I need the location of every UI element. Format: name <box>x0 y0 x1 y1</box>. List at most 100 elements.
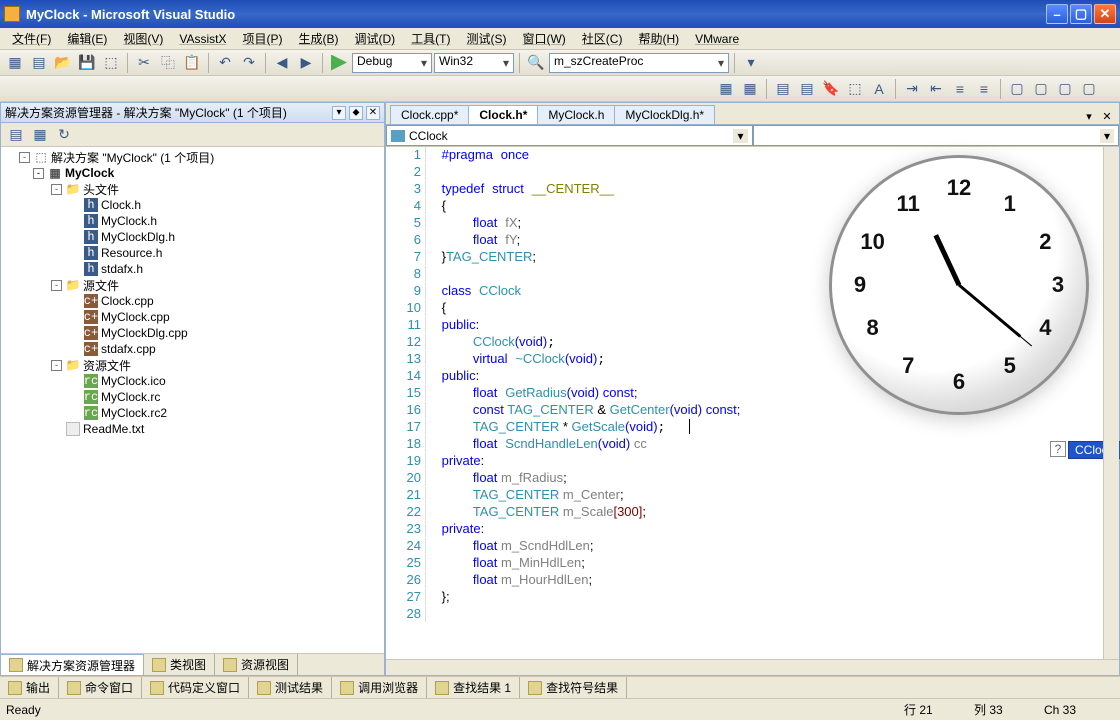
tree-file[interactable]: rcMyClock.rc2 <box>69 405 380 421</box>
tree-file[interactable]: hMyClock.h <box>69 213 380 229</box>
tb-btn-f[interactable]: ▢ <box>1054 78 1076 100</box>
tab-resource-view[interactable]: 资源视图 <box>215 654 298 675</box>
tb-btn-b[interactable]: ≡ <box>949 78 971 100</box>
tab-findsymbol[interactable]: 查找符号结果 <box>520 677 627 698</box>
tb-btn-2[interactable]: ▦ <box>739 78 761 100</box>
menu-community[interactable]: 社区(C) <box>574 28 631 49</box>
editor-tab[interactable]: MyClock.h <box>537 105 615 124</box>
expand-icon[interactable]: - <box>51 280 62 291</box>
horizontal-scrollbar[interactable] <box>386 659 1119 675</box>
maximize-button[interactable]: ▢ <box>1070 4 1092 24</box>
menu-view[interactable]: 视图(V) <box>115 28 171 49</box>
panel-pin-button[interactable]: ⬥ <box>349 106 363 120</box>
nav-back-button[interactable]: ◀ <box>271 52 293 74</box>
panel-dropdown-button[interactable]: ▾ <box>332 106 346 120</box>
tree-folder-sources[interactable]: - 📁 源文件 <box>51 277 380 293</box>
cursor-button[interactable]: ⬚ <box>844 78 866 100</box>
menu-window[interactable]: 窗口(W) <box>514 28 573 49</box>
indent-inc-button[interactable]: ⇥ <box>901 78 923 100</box>
intellisense-help-icon[interactable]: ? <box>1050 441 1066 457</box>
tree-file[interactable]: hstdafx.h <box>69 261 380 277</box>
tree-project[interactable]: - ▦ MyClock <box>33 165 380 181</box>
tree-file[interactable]: hMyClockDlg.h <box>69 229 380 245</box>
expand-icon[interactable]: - <box>19 152 30 163</box>
solexp-showall-button[interactable]: ▦ <box>29 124 51 146</box>
copy-button[interactable]: ⿻ <box>157 52 179 74</box>
tree-file[interactable]: c+MyClock.cpp <box>69 309 380 325</box>
member-combo[interactable] <box>753 125 1120 146</box>
tab-callbrowser[interactable]: 调用浏览器 <box>332 677 427 698</box>
tab-class-view[interactable]: 类视图 <box>144 654 215 675</box>
solexp-refresh-button[interactable]: ↻ <box>53 124 75 146</box>
solution-tree[interactable]: - ⬚ 解决方案 "MyClock" (1 个项目) - ▦ MyClock -… <box>1 147 384 653</box>
new-project-button[interactable]: ▦ <box>4 52 26 74</box>
menu-file[interactable]: 文件(F) <box>4 28 59 49</box>
start-debug-button[interactable] <box>328 52 350 74</box>
tree-file[interactable]: hClock.h <box>69 197 380 213</box>
indent-dec-button[interactable]: ⇤ <box>925 78 947 100</box>
menu-vassistx[interactable]: VAssistX <box>171 30 234 48</box>
tb-btn-1[interactable]: ▦ <box>715 78 737 100</box>
find-combo[interactable]: m_szCreateProc <box>549 53 729 73</box>
tab-command[interactable]: 命令窗口 <box>59 677 142 698</box>
find-button[interactable]: 🔍 <box>525 52 547 74</box>
tab-solution-explorer[interactable]: 解决方案资源管理器 <box>1 654 144 675</box>
tb-btn-g[interactable]: ▢ <box>1078 78 1100 100</box>
expand-icon[interactable]: - <box>33 168 44 179</box>
tree-folder-resources[interactable]: - 📁 资源文件 <box>51 357 380 373</box>
vertical-scrollbar[interactable] <box>1103 147 1119 659</box>
misc-button[interactable]: ▾ <box>740 52 762 74</box>
save-button[interactable]: 💾 <box>76 52 98 74</box>
editor-tab[interactable]: Clock.cpp* <box>390 105 469 124</box>
paste-button[interactable]: 📋 <box>181 52 203 74</box>
expand-icon[interactable]: - <box>51 184 62 195</box>
tab-list-button[interactable]: ▾ <box>1081 108 1097 124</box>
config-combo[interactable]: Debug <box>352 53 432 73</box>
menu-debug[interactable]: 调试(D) <box>346 28 403 49</box>
menu-tools[interactable]: 工具(T) <box>403 28 458 49</box>
nav-fwd-button[interactable]: ▶ <box>295 52 317 74</box>
uncomment-button[interactable]: ▤ <box>796 78 818 100</box>
panel-close-button[interactable]: ✕ <box>366 106 380 120</box>
tree-folder-headers[interactable]: - 📁 头文件 <box>51 181 380 197</box>
scope-combo[interactable]: CClock <box>386 125 753 146</box>
tree-file[interactable]: c+stdafx.cpp <box>69 341 380 357</box>
add-item-button[interactable]: ▤ <box>28 52 50 74</box>
expand-icon[interactable]: - <box>51 360 62 371</box>
tb-btn-e[interactable]: ▢ <box>1030 78 1052 100</box>
redo-button[interactable]: ↷ <box>238 52 260 74</box>
tree-file[interactable]: rcMyClock.rc <box>69 389 380 405</box>
menu-help[interactable]: 帮助(H) <box>630 28 687 49</box>
tree-file[interactable]: c+MyClockDlg.cpp <box>69 325 380 341</box>
solexp-properties-button[interactable]: ▤ <box>5 124 27 146</box>
tb-btn-a[interactable]: A <box>868 78 890 100</box>
platform-combo[interactable]: Win32 <box>434 53 514 73</box>
open-button[interactable]: 📂 <box>52 52 74 74</box>
code-editor[interactable]: 1 #pragma once 2 3 typedef struct __CENT… <box>386 147 1119 659</box>
tab-codedef[interactable]: 代码定义窗口 <box>142 677 249 698</box>
tree-file[interactable]: hResource.h <box>69 245 380 261</box>
menu-edit[interactable]: 编辑(E) <box>59 28 115 49</box>
undo-button[interactable]: ↶ <box>214 52 236 74</box>
tree-file-readme[interactable]: ReadMe.txt <box>51 421 380 437</box>
menu-test[interactable]: 测试(S) <box>458 28 514 49</box>
menu-build[interactable]: 生成(B) <box>290 28 346 49</box>
save-all-button[interactable]: ⬚ <box>100 52 122 74</box>
tab-output[interactable]: 输出 <box>0 677 59 698</box>
tab-close-button[interactable]: ✕ <box>1099 108 1115 124</box>
tree-file[interactable]: rcMyClock.ico <box>69 373 380 389</box>
tab-testresults[interactable]: 测试结果 <box>249 677 332 698</box>
cut-button[interactable]: ✂ <box>133 52 155 74</box>
tb-btn-c[interactable]: ≡ <box>973 78 995 100</box>
tree-file[interactable]: c+Clock.cpp <box>69 293 380 309</box>
bookmark-button[interactable]: 🔖 <box>820 78 842 100</box>
tb-btn-d[interactable]: ▢ <box>1006 78 1028 100</box>
comment-button[interactable]: ▤ <box>772 78 794 100</box>
menu-vmware[interactable]: VMware <box>687 30 747 48</box>
editor-tab[interactable]: MyClockDlg.h* <box>614 105 715 124</box>
minimize-button[interactable]: – <box>1046 4 1068 24</box>
tree-solution-root[interactable]: - ⬚ 解决方案 "MyClock" (1 个项目) <box>19 149 380 165</box>
menu-project[interactable]: 项目(P) <box>234 28 290 49</box>
editor-tab-active[interactable]: Clock.h* <box>468 105 538 124</box>
tab-findresults[interactable]: 查找结果 1 <box>427 677 520 698</box>
